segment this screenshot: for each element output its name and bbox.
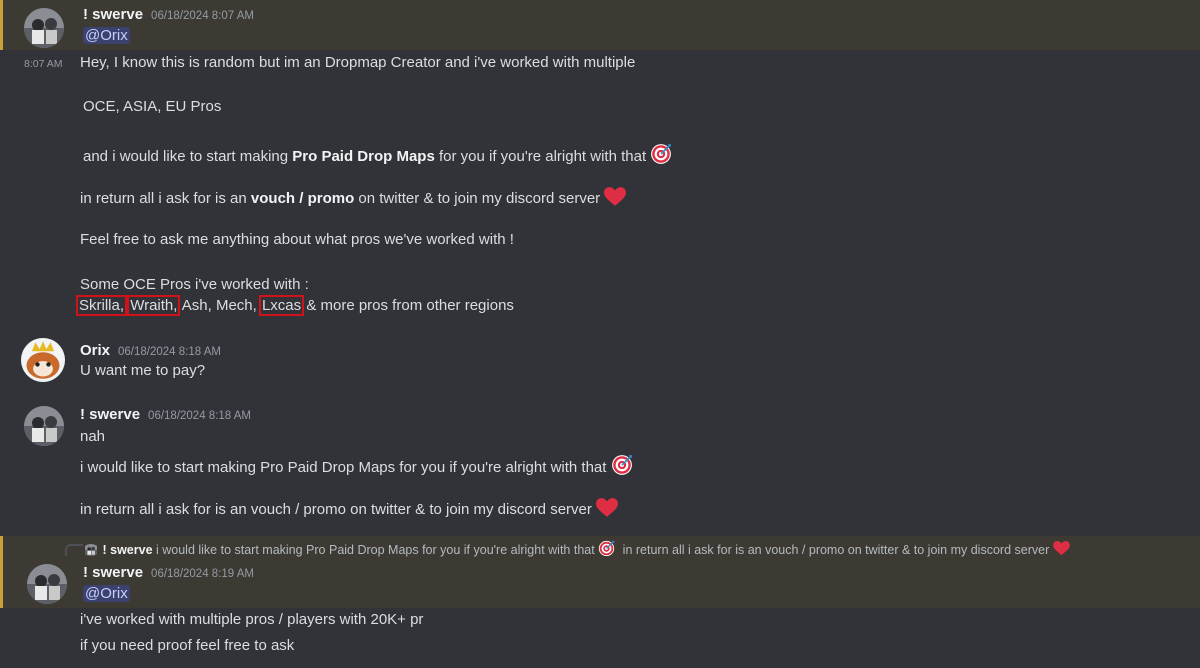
message-line: i've worked with multiple pros / players… (80, 611, 424, 628)
highlighted-name-skrilla: Skrilla, (75, 295, 128, 316)
avatar-swerve-image (24, 8, 64, 48)
message-group-3[interactable]: ! swerve 06/18/2024 8:18 AM nah i would l… (0, 400, 1200, 530)
message-header: ! swerve 06/18/2024 8:18 AM (80, 406, 251, 424)
message-line: in return all i ask for is an vouch / pr… (80, 498, 618, 518)
text-segment: in return all i ask for is an vouch / pr… (80, 501, 592, 518)
message-line: Skrilla, Wraith, Ash, Mech, Lxcas & more… (75, 295, 514, 316)
message-line: and i would like to start making Pro Pai… (83, 143, 672, 165)
highlighted-name-wraith: Wraith, (127, 295, 181, 316)
avatar-orix[interactable] (21, 338, 65, 382)
timestamp: 06/18/2024 8:19 AM (151, 568, 254, 580)
message-header: ! swerve 06/18/2024 8:07 AM (83, 6, 254, 24)
direct-hit-emoji (611, 454, 633, 476)
avatar-orix-image (21, 338, 65, 382)
text-segment: on twitter & to join my discord server (354, 190, 601, 207)
avatar-swerve[interactable] (24, 406, 64, 446)
direct-hit-emoji (598, 540, 615, 557)
message-group-4[interactable]: ! swerve i would like to start making Pr… (0, 536, 1200, 608)
message-line: Hey, I know this is random but im an Dro… (80, 54, 636, 71)
avatar-swerve[interactable] (24, 8, 64, 48)
message-group-1[interactable]: ! swerve 06/18/2024 8:07 AM @Orix (0, 0, 1200, 50)
reply-author: ! swerve (102, 543, 153, 557)
message-header: ! swerve 06/18/2024 8:19 AM (83, 564, 254, 582)
message-header: Orix 06/18/2024 8:18 AM (80, 342, 221, 360)
reply-text: i would like to start making Pro Paid Dr… (156, 543, 595, 557)
bold-text: vouch / promo (250, 190, 355, 207)
author-name[interactable]: ! swerve (83, 564, 143, 581)
reply-preview[interactable]: ! swerve i would like to start making Pr… (83, 540, 1070, 557)
message-line: U want me to pay? (80, 362, 206, 379)
red-heart-emoji (596, 498, 618, 518)
text-segment: in return all i ask for is an (80, 190, 251, 207)
message-line: if you need proof feel free to ask (80, 637, 295, 654)
text-segment: Ash, Mech, (178, 297, 261, 314)
highlighted-name-lxcas: Lxcas (258, 295, 305, 316)
message-line: i would like to start making Pro Paid Dr… (80, 454, 633, 476)
reply-text: in return all i ask for is an vouch / pr… (622, 543, 1050, 557)
red-heart-emoji (1053, 541, 1070, 556)
message-line: in return all i ask for is an vouch / pr… (80, 187, 626, 207)
message-line: nah (80, 428, 106, 445)
text-segment: and i would like to start making (83, 148, 293, 165)
avatar-swerve[interactable] (27, 564, 67, 604)
author-name[interactable]: ! swerve (83, 6, 143, 23)
direct-hit-emoji (650, 143, 672, 165)
message-line: Feel free to ask me anything about what … (80, 231, 514, 248)
message-group-2[interactable]: Orix 06/18/2024 8:18 AM U want me to pay? (0, 336, 1200, 386)
avatar-swerve-image (27, 564, 67, 604)
message-line: Some OCE Pros i've worked with : (80, 276, 309, 293)
timestamp: 06/18/2024 8:07 AM (151, 10, 254, 22)
timestamp: 06/18/2024 8:18 AM (118, 346, 221, 358)
text-segment: & more pros from other regions (302, 297, 514, 314)
text-segment: i would like to start making Pro Paid Dr… (80, 459, 607, 476)
user-mention[interactable]: @Orix (83, 585, 130, 602)
message-line: OCE, ASIA, EU Pros (83, 98, 222, 115)
avatar-swerve-image (24, 406, 64, 446)
author-name[interactable]: Orix (80, 342, 110, 359)
bold-text: Pro Paid Drop Maps (292, 148, 435, 165)
text-segment: for you if you're alright with that (434, 148, 647, 165)
timestamp: 06/18/2024 8:18 AM (148, 410, 251, 422)
red-heart-emoji (604, 187, 626, 207)
reply-connector (65, 544, 83, 556)
user-mention[interactable]: @Orix (83, 27, 130, 44)
side-timestamp: 8:07 AM (24, 58, 63, 70)
reply-avatar (83, 544, 99, 556)
author-name[interactable]: ! swerve (80, 406, 140, 423)
